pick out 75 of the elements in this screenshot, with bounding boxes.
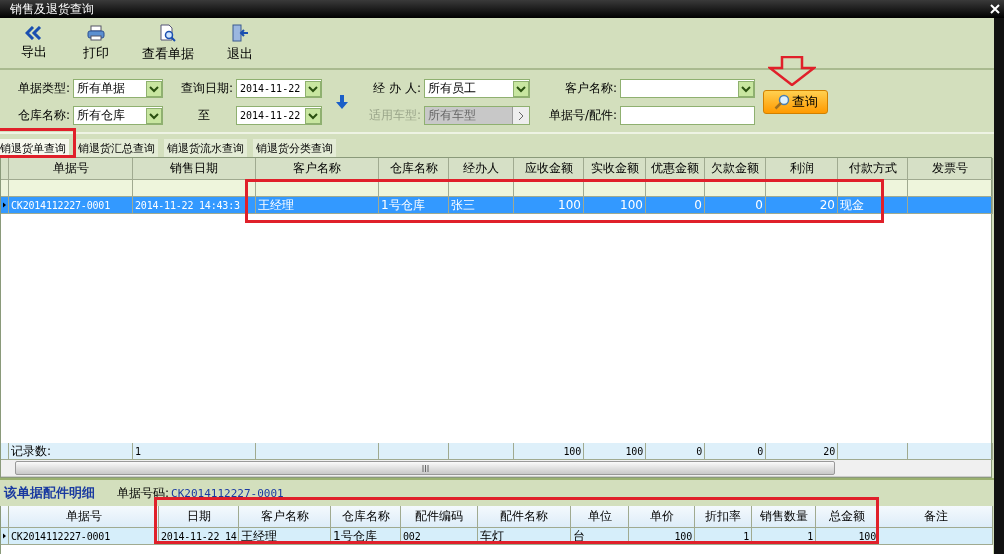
field-label: 单据号/配件: (547, 107, 618, 124)
row-pointer-icon (3, 201, 6, 209)
table-cell: 1号仓库 (379, 197, 449, 214)
column-header[interactable]: 实收金额 (584, 158, 646, 180)
table-cell: 台 (571, 528, 629, 545)
table-cell: 张三 (449, 197, 514, 214)
dropdown-icon[interactable] (738, 80, 754, 97)
field-label: 仓库名称: (16, 107, 71, 124)
scrollbar-thumb[interactable] (15, 461, 835, 475)
close-icon[interactable] (990, 4, 1000, 14)
tab[interactable]: 销退货分类查询 (253, 139, 336, 157)
column-header[interactable]: 仓库名称 (379, 158, 449, 180)
field-label: 单据类型: (16, 80, 71, 97)
table-cell: 100 (584, 197, 646, 214)
toolbar-button[interactable]: 打印 (72, 22, 120, 64)
door-exit-icon (231, 23, 249, 42)
window-title: 销售及退货查询 (10, 0, 94, 18)
document-number: CK2014112227-0001 (171, 486, 284, 500)
grip-icon (421, 464, 429, 472)
column-header[interactable]: 优惠金额 (646, 158, 705, 180)
table-cell: 2014-11-22 14 (159, 528, 239, 545)
dropdown-field[interactable]: 所有员工 (424, 79, 530, 98)
field-label: 经 办 人: (372, 80, 422, 97)
table-cell: CK2014112227-0001 (9, 197, 133, 214)
table-cell: 1 (752, 528, 816, 545)
dropdown-icon[interactable] (305, 107, 321, 124)
table-cell: CK2014112227-0001 (9, 528, 159, 545)
column-header[interactable]: 应收金额 (514, 158, 584, 180)
table-cell: 0 (705, 197, 766, 214)
table-cell: 1 (695, 528, 752, 545)
field-label: 查询日期: (179, 80, 234, 97)
table-cell: 002 (401, 528, 478, 545)
search-icon (773, 94, 790, 110)
column-header[interactable]: 经办人 (449, 158, 514, 180)
table-cell: 100 (816, 528, 879, 545)
toolbar-button[interactable]: 查看单据 (134, 21, 202, 65)
printer-icon (87, 24, 105, 41)
annotation-arrow (768, 56, 816, 86)
section-title: 该单据配件明细 (4, 484, 95, 502)
dropdown-field[interactable]: 所有单据 (73, 79, 163, 98)
dropdown-field[interactable]: 2014-11-22 (236, 79, 322, 98)
row-pointer-icon (3, 532, 6, 540)
column-header[interactable]: 欠款金额 (705, 158, 766, 180)
tab[interactable]: 销退货流水查询 (164, 139, 247, 157)
dropdown-field[interactable]: 2014-11-22 (236, 106, 322, 125)
dropdown-field[interactable] (620, 79, 755, 98)
table-cell: 王经理 (256, 197, 379, 214)
toolbar-button[interactable]: 退出 (216, 21, 264, 65)
dropdown-icon[interactable] (146, 107, 162, 124)
tab[interactable]: 销退货汇总查询 (75, 139, 158, 157)
dropdown-icon[interactable] (513, 80, 529, 97)
chevron-right-icon (518, 110, 524, 121)
dropdown-field[interactable]: 所有仓库 (73, 106, 163, 125)
toolbar-button[interactable]: 导出 (10, 23, 58, 63)
query-button[interactable]: 查询 (763, 90, 828, 114)
down-arrow-icon[interactable] (336, 95, 348, 109)
table-cell: 2014-11-22 14:43:3 (133, 197, 256, 214)
document-search-icon (159, 23, 177, 42)
dropdown-icon[interactable] (305, 80, 321, 97)
table-cell: 现金 (838, 197, 908, 214)
table-cell: 100 (629, 528, 695, 545)
column-header[interactable]: 客户名称 (256, 158, 379, 180)
field-label: 单据号码: (117, 484, 170, 502)
input-field[interactable] (620, 106, 755, 125)
table-cell: 王经理 (239, 528, 331, 545)
dropdown-icon[interactable] (146, 80, 162, 97)
field-label: 客户名称: (563, 80, 618, 97)
table-cell: 1号仓库 (331, 528, 401, 545)
table-cell: 车灯 (478, 528, 571, 545)
double-chevron-icon (25, 25, 43, 40)
table-cell: 100 (514, 197, 584, 214)
table-cell: 20 (766, 197, 838, 214)
field-label: 至 (196, 107, 211, 124)
table-cell: 0 (646, 197, 705, 214)
column-header[interactable]: 利润 (766, 158, 838, 180)
